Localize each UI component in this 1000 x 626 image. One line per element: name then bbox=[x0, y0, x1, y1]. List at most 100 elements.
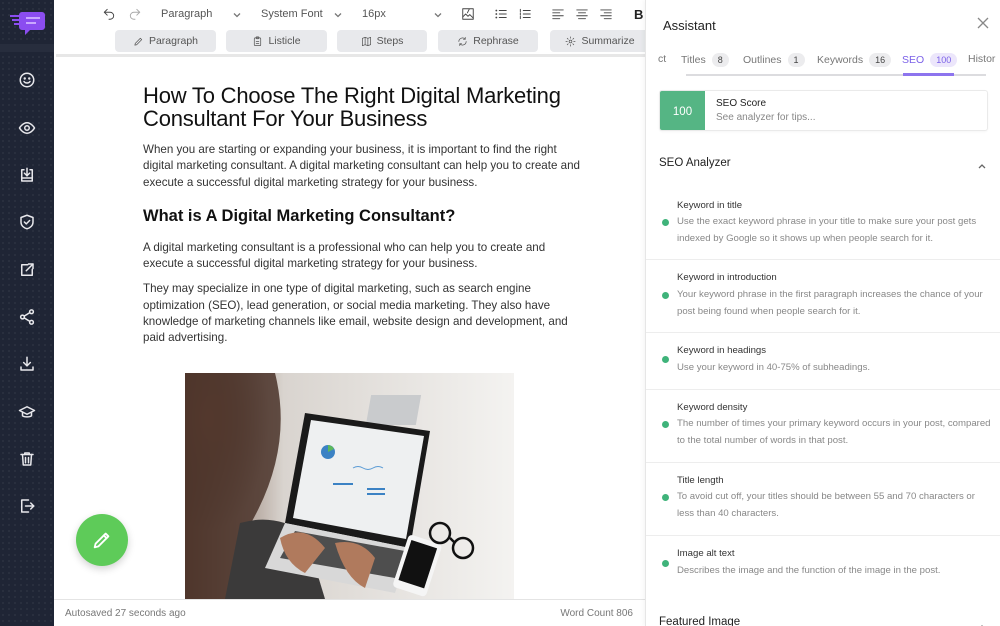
trash-icon[interactable] bbox=[16, 448, 38, 470]
external-link-icon[interactable] bbox=[16, 259, 38, 281]
chevron-down-icon[interactable] bbox=[433, 7, 443, 18]
tab-history[interactable]: Histor bbox=[968, 53, 995, 65]
logo-divider bbox=[0, 44, 54, 52]
pass-status-icon bbox=[662, 421, 669, 428]
pencil-icon bbox=[134, 37, 143, 46]
numbered-list-button[interactable] bbox=[518, 5, 532, 23]
analyzer-item-desc: Your keyword phrase in the first paragra… bbox=[677, 289, 983, 317]
tab-label: Outlines bbox=[743, 54, 782, 66]
toolbar-divider bbox=[56, 54, 645, 57]
align-right-button[interactable] bbox=[599, 5, 613, 23]
steps-button[interactable]: Steps bbox=[337, 30, 427, 52]
rephrase-button-label: Rephrase bbox=[473, 35, 519, 47]
tab-label: SEO bbox=[902, 54, 925, 66]
analyzer-item-title: Keyword in introduction bbox=[677, 272, 777, 283]
gear-icon bbox=[565, 36, 576, 46]
tab-badge: 1 bbox=[787, 53, 805, 67]
tab-badge: 8 bbox=[711, 53, 729, 67]
analyzer-item-desc: Use the exact keyword phrase in your tit… bbox=[677, 216, 977, 244]
pass-status-icon bbox=[662, 219, 669, 226]
pass-status-icon bbox=[662, 292, 669, 299]
pencil-icon bbox=[93, 532, 110, 549]
collapse-featured-image-icon[interactable] bbox=[977, 618, 987, 626]
body-paragraph[interactable]: A digital marketing consultant is a prof… bbox=[143, 240, 583, 273]
seo-score-subtitle: See analyzer for tips... bbox=[716, 112, 816, 123]
article-image[interactable] bbox=[185, 373, 514, 599]
pass-status-icon bbox=[662, 560, 669, 567]
share-icon[interactable] bbox=[16, 306, 38, 328]
exit-icon[interactable] bbox=[16, 495, 38, 517]
featured-image-heading[interactable]: Featured Image bbox=[659, 616, 740, 626]
tab-keywords[interactable]: Keywords 16 bbox=[817, 53, 892, 67]
app-logo[interactable] bbox=[8, 6, 48, 38]
body-paragraph[interactable]: They may specialize in one type of digit… bbox=[143, 281, 583, 346]
analyzer-item: Title length To avoid cut off, your titl… bbox=[646, 463, 1000, 536]
autosave-status: Autosaved 27 seconds ago bbox=[65, 608, 186, 619]
status-bar: Autosaved 27 seconds ago Word Count 806 bbox=[54, 599, 645, 626]
block-type-select[interactable]: Paragraph bbox=[161, 5, 212, 23]
tab-badge: 16 bbox=[869, 53, 892, 67]
align-left-button[interactable] bbox=[551, 5, 565, 23]
tab-ct[interactable]: ct bbox=[658, 53, 666, 65]
analyzer-item-desc: To avoid cut off, your titles should be … bbox=[677, 491, 975, 519]
editor: Paragraph System Font 16px B Paragraph L… bbox=[54, 0, 650, 626]
section-heading[interactable]: What is A Digital Marketing Consultant? bbox=[143, 207, 583, 226]
analyzer-item: Image alt text Describes the image and t… bbox=[646, 536, 1000, 592]
analyzer-item: Keyword density The number of times your… bbox=[646, 390, 1000, 463]
block-type-value: Paragraph bbox=[161, 8, 213, 20]
document-title[interactable]: How To Choose The Right Digital Marketin… bbox=[143, 84, 583, 130]
listicle-button[interactable]: Listicle bbox=[226, 30, 327, 52]
eye-icon[interactable] bbox=[16, 117, 38, 139]
active-tab-indicator bbox=[903, 73, 954, 76]
listicle-button-label: Listicle bbox=[268, 35, 301, 47]
seo-analyzer-heading[interactable]: SEO Analyzer bbox=[659, 157, 731, 169]
analyzer-item: Keyword in introduction Your keyword phr… bbox=[646, 260, 1000, 333]
chevron-down-icon[interactable] bbox=[232, 7, 242, 18]
import-icon[interactable] bbox=[16, 164, 38, 186]
refresh-icon bbox=[458, 36, 467, 46]
pass-status-icon bbox=[662, 494, 669, 501]
tab-titles[interactable]: Titles 8 bbox=[681, 53, 729, 67]
formatting-toolbar: Paragraph System Font 16px B bbox=[54, 0, 645, 28]
analyzer-item-title: Image alt text bbox=[677, 548, 735, 559]
font-size-select[interactable]: 16px bbox=[362, 5, 386, 23]
align-center-button[interactable] bbox=[575, 5, 589, 23]
analyzer-item-title: Keyword density bbox=[677, 402, 748, 413]
seo-score-value: 100 bbox=[660, 91, 705, 130]
paragraph-button[interactable]: Paragraph bbox=[115, 30, 216, 52]
shield-check-icon[interactable] bbox=[16, 211, 38, 233]
close-button[interactable] bbox=[976, 16, 990, 30]
assistant-panel: Assistant ct Titles 8 Outlines 1 Keywords 1… bbox=[645, 0, 1000, 626]
seo-score-title: SEO Score bbox=[716, 98, 767, 109]
map-icon bbox=[361, 36, 371, 46]
analyzer-item-desc: The number of times your primary keyword… bbox=[677, 418, 991, 446]
rephrase-button[interactable]: Rephrase bbox=[438, 30, 538, 52]
seo-score-card: 100 SEO Score See analyzer for tips... bbox=[659, 90, 988, 131]
tab-label: ct bbox=[658, 53, 667, 65]
bullet-list-button[interactable] bbox=[494, 5, 508, 23]
tab-seo[interactable]: SEO 100 bbox=[902, 53, 958, 67]
download-icon[interactable] bbox=[16, 353, 38, 375]
intro-paragraph[interactable]: When you are starting or expanding your … bbox=[143, 142, 583, 191]
steps-button-label: Steps bbox=[376, 35, 404, 47]
font-size-value: 16px bbox=[362, 8, 386, 20]
font-family-select[interactable]: System Font bbox=[261, 5, 323, 23]
compose-button[interactable] bbox=[76, 514, 128, 566]
tab-label: Titles bbox=[681, 54, 706, 66]
bold-label: B bbox=[634, 6, 644, 22]
analyzer-item-desc: Use your keyword in 40-75% of subheading… bbox=[677, 362, 871, 373]
paragraph-button-label: Paragraph bbox=[148, 35, 199, 47]
chevron-down-icon[interactable] bbox=[333, 7, 343, 18]
summarize-button[interactable]: Summarize bbox=[550, 30, 650, 52]
sidebar bbox=[0, 0, 54, 626]
collapse-analyzer-icon[interactable] bbox=[977, 157, 987, 169]
smiley-icon[interactable] bbox=[16, 69, 38, 91]
tab-outlines[interactable]: Outlines 1 bbox=[743, 53, 805, 67]
document-content[interactable]: How To Choose The Right Digital Marketin… bbox=[143, 84, 583, 347]
insert-image-button[interactable] bbox=[461, 5, 475, 23]
graduation-cap-icon[interactable] bbox=[16, 401, 38, 423]
redo-button[interactable] bbox=[128, 5, 142, 23]
undo-button[interactable] bbox=[102, 5, 116, 23]
bold-button[interactable]: B bbox=[634, 5, 643, 23]
analyzer-item-title: Title length bbox=[677, 475, 724, 486]
